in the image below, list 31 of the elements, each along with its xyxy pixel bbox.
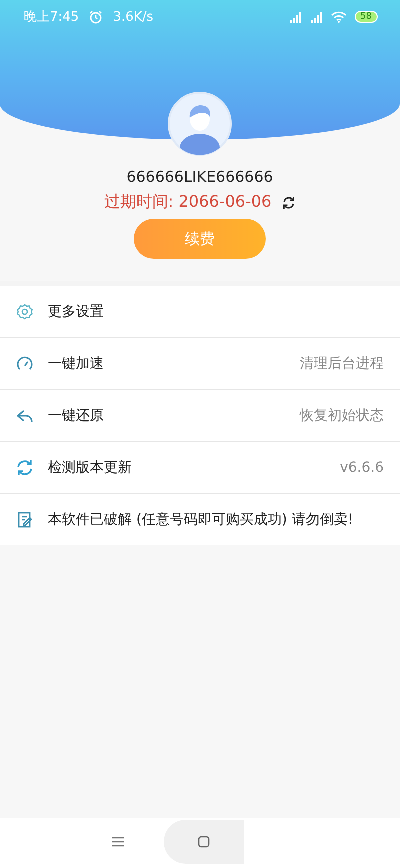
menu-label: 更多设置 <box>48 302 105 320</box>
menu-item[interactable]: 检测版本更新 v6.6.6 <box>0 442 400 494</box>
menu-icon <box>112 837 124 847</box>
menu-item[interactable]: 本软件已破解 (任意号码即可购买成功) 请勿倒卖! <box>0 494 400 545</box>
home-button[interactable] <box>164 820 244 864</box>
username: 666666LIKE666666 <box>126 168 274 186</box>
menu-item[interactable]: 更多设置 <box>0 286 400 338</box>
signal-icon <box>310 11 323 23</box>
menu-value: 恢复初始状态 <box>300 406 384 424</box>
menu-item[interactable]: 一键加速 清理后台进程 <box>0 338 400 390</box>
menu-label: 本软件已破解 (任意号码即可购买成功) 请勿倒卖! <box>48 510 354 528</box>
menu-label: 一键还原 <box>48 406 105 424</box>
gauge-icon <box>16 354 34 372</box>
refresh-icon <box>282 196 296 210</box>
gear-icon <box>16 302 34 320</box>
menu-label: 一键加速 <box>48 354 105 372</box>
menu-value: 清理后台进程 <box>300 354 384 372</box>
menu-value: v6.6.6 <box>340 460 384 476</box>
avatar-icon <box>168 92 232 156</box>
refresh-icon <box>16 458 34 476</box>
menu-item[interactable]: 一键还原 恢复初始状态 <box>0 390 400 442</box>
wifi-icon <box>330 11 347 23</box>
square-icon <box>198 836 210 848</box>
menu-label: 检测版本更新 <box>48 458 133 476</box>
status-time: 晚上7:45 <box>24 9 80 26</box>
expiry-date: 过期时间: 2066-06-06 <box>104 192 272 213</box>
signal-icon <box>288 11 302 23</box>
note-edit-icon <box>16 510 34 528</box>
network-speed: 3.6K/s <box>113 10 154 24</box>
battery-indicator: 58 <box>354 11 378 23</box>
alarm-clock-icon <box>89 10 104 24</box>
